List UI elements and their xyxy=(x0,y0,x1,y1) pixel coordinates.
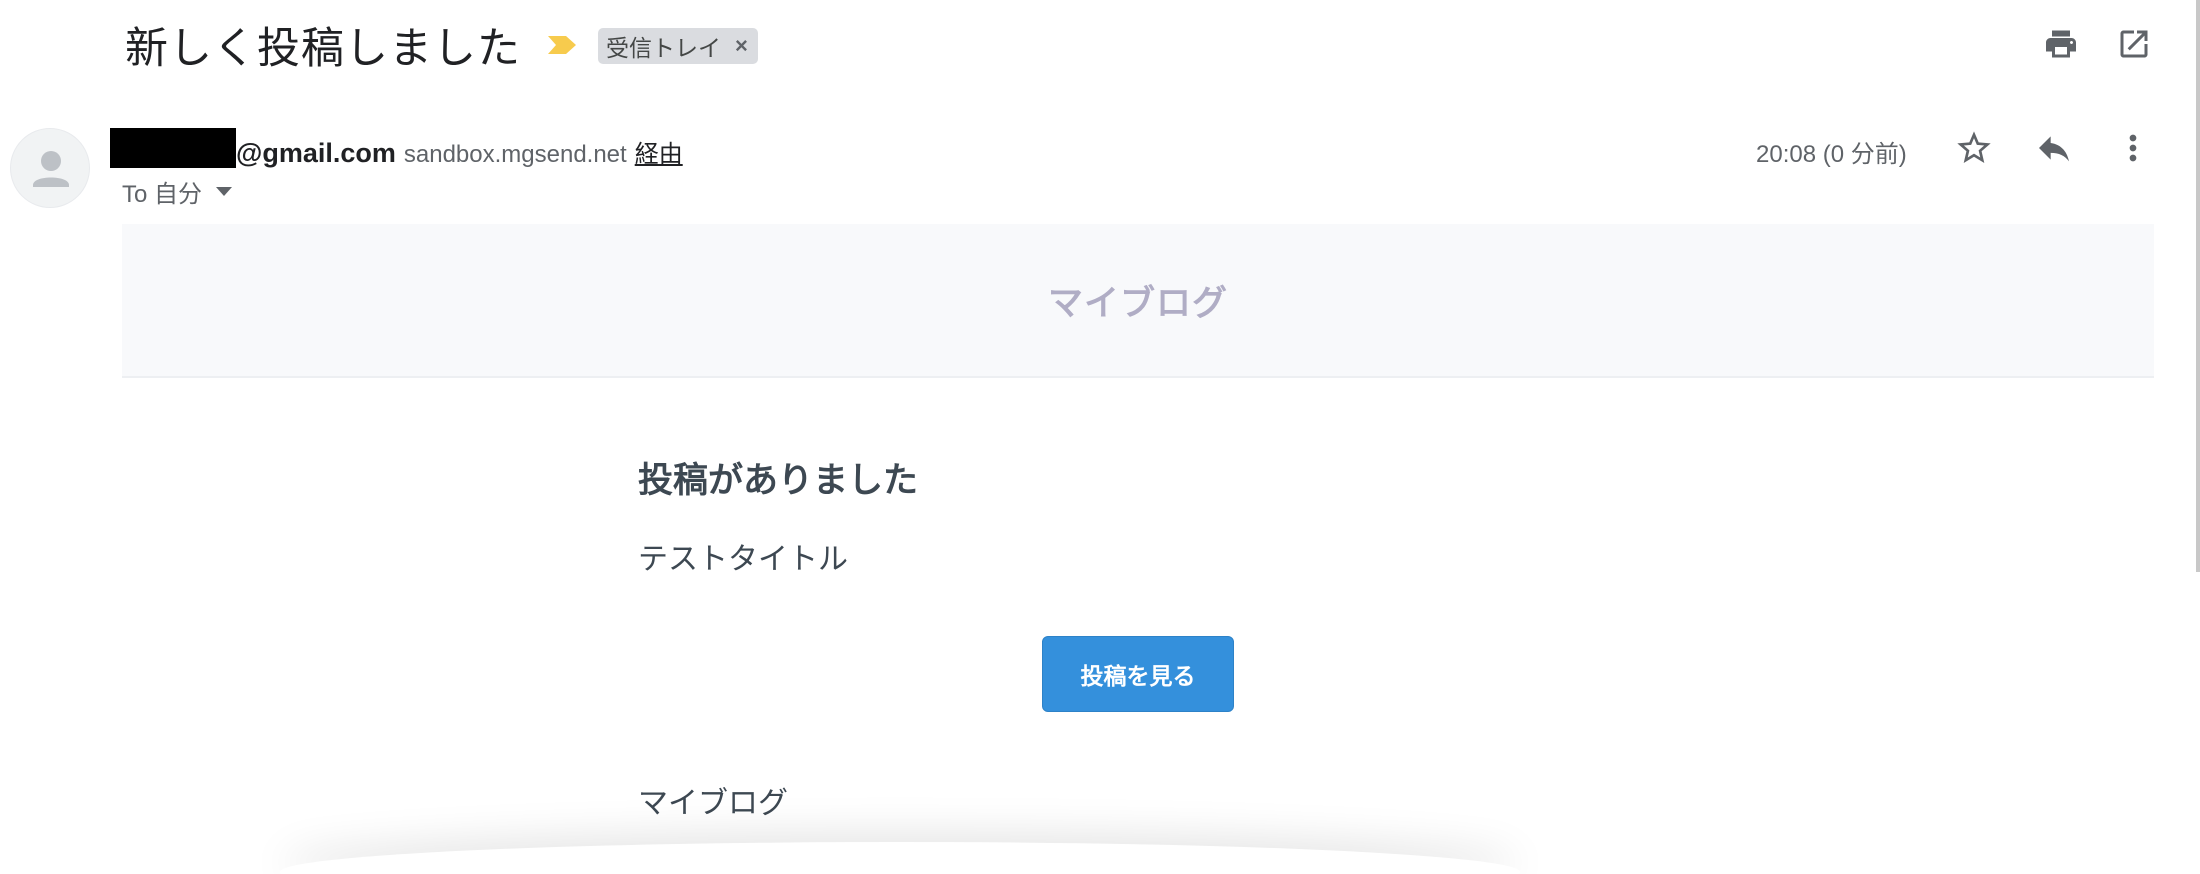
via-link[interactable]: 経由 xyxy=(635,134,683,169)
chevron-down-icon[interactable] xyxy=(216,187,233,196)
scrollbar[interactable] xyxy=(2196,0,2200,572)
message-timestamp: 20:08 (0 分前) xyxy=(1756,141,1907,168)
open-in-new-window-icon[interactable] xyxy=(2116,26,2152,62)
email-content: 投稿がありました xyxy=(638,452,1638,503)
print-icon[interactable] xyxy=(2043,26,2079,62)
redacted-sender-name xyxy=(110,128,236,168)
reply-bar-shadow xyxy=(280,842,1520,874)
via-domain: sandbox.mgsend.net xyxy=(403,141,627,168)
avatar-person-icon xyxy=(33,151,69,187)
post-title: テストタイトル xyxy=(638,543,848,576)
email-banner: マイブログ xyxy=(122,224,2154,378)
more-vert-icon[interactable] xyxy=(2113,128,2153,168)
label-chip-inbox: 受信トレイ × xyxy=(598,28,758,64)
sender-email[interactable]: @gmail.com xyxy=(236,138,396,169)
importance-marker-icon[interactable] xyxy=(546,33,578,57)
brand-name[interactable]: マイブログ xyxy=(1048,275,1228,326)
recipient-details-toggle[interactable]: To 自分 xyxy=(122,174,233,209)
email-view: 新しく投稿しました 受信トレイ × @gmail.com sandbox.mgs… xyxy=(0,0,2200,874)
email-subject: 新しく投稿しました xyxy=(125,25,521,73)
notification-heading: 投稿がありました xyxy=(638,461,919,500)
sender-line: @gmail.com sandbox.mgsend.net 経由 xyxy=(236,134,683,169)
remove-label-icon[interactable]: × xyxy=(735,33,748,59)
email-signature: マイブログ xyxy=(638,787,788,820)
label-chip-text: 受信トレイ xyxy=(606,35,721,61)
reply-icon[interactable] xyxy=(2034,128,2074,168)
recipient-text: To 自分 xyxy=(122,181,203,208)
view-post-button[interactable]: 投稿を見る xyxy=(1042,636,1234,712)
sender-avatar[interactable] xyxy=(10,128,90,208)
star-icon[interactable] xyxy=(1954,128,1994,168)
